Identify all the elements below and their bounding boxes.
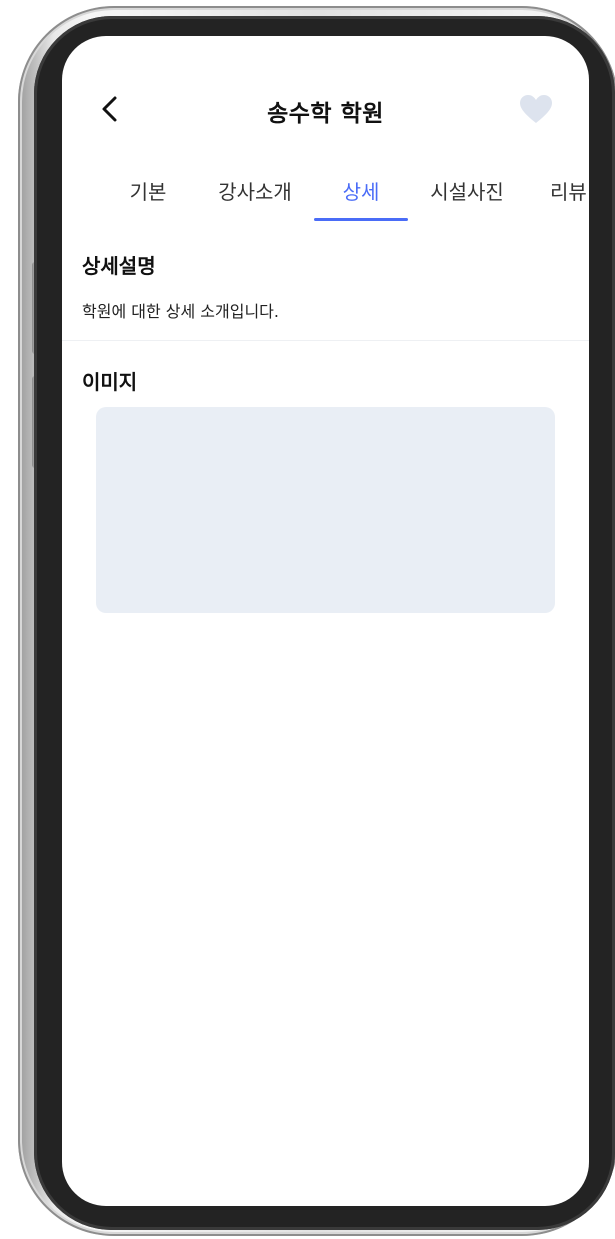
tab-detail[interactable]: 상세	[332, 176, 390, 220]
heart-icon	[520, 95, 552, 123]
image-placeholder[interactable]	[96, 407, 555, 613]
section-divider	[62, 340, 589, 341]
favorite-button[interactable]	[518, 92, 554, 128]
top-app-bar: 송수학 학원	[62, 84, 589, 134]
tab-basic[interactable]: 기본	[126, 176, 170, 220]
page-title: 송수학 학원	[267, 101, 384, 127]
image-section-title: 이미지	[82, 370, 138, 394]
tab-instructors[interactable]: 강사소개	[210, 176, 300, 220]
detail-section-title: 상세설명	[82, 254, 156, 278]
tab-bar: 기본 강사소개 상세 시설사진 리뷰	[62, 176, 589, 228]
active-tab-indicator	[314, 218, 408, 221]
app-screen: 송수학 학원 기본 강사소개 상세 시설사진 리뷰 상세설명 학원에 대한 상세…	[62, 36, 589, 1206]
tab-facility-photos[interactable]: 시설사진	[422, 176, 512, 220]
tab-reviews[interactable]: 리뷰	[550, 176, 589, 220]
detail-description: 학원에 대한 상세 소개입니다.	[82, 302, 279, 321]
